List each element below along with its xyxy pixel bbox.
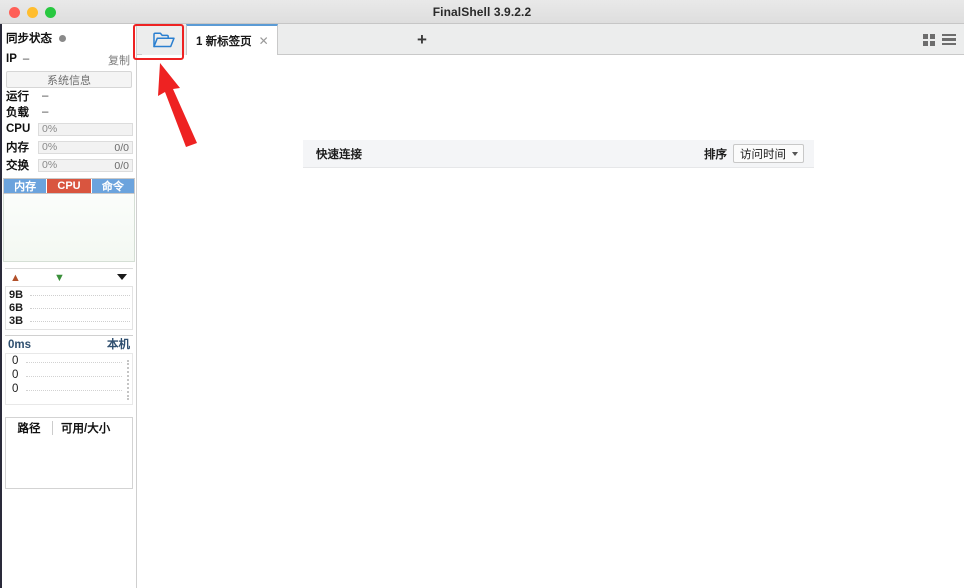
- latency-y-label-3: 0: [12, 383, 19, 395]
- sidebar-divider-1: [5, 268, 133, 269]
- graph-tab-command[interactable]: 命令: [91, 179, 134, 193]
- status-dot-icon: [59, 34, 66, 42]
- uptime-row: 运行 –: [2, 88, 136, 104]
- graph-tab-memory[interactable]: 内存: [4, 179, 48, 193]
- disk-column-size: 可用/大小: [61, 423, 111, 435]
- sidebar-divider-2: [5, 335, 133, 336]
- caret-down-icon[interactable]: [117, 274, 127, 280]
- tab-label: 1 新标签页: [196, 35, 252, 48]
- latency-y-label-1: 0: [12, 355, 19, 367]
- graph-tab-cpu[interactable]: CPU: [47, 179, 92, 193]
- memory-meter-bar: 0% 0/0: [38, 140, 133, 154]
- memory-meter-detail: 0/0: [114, 141, 129, 154]
- sort-select-value: 访问时间: [740, 148, 786, 161]
- memory-meter-label: 内存: [6, 142, 29, 154]
- network-header: ▲ ▼: [5, 272, 133, 286]
- network-y-label-1: 9B: [9, 289, 24, 301]
- latency-scale-marks: [125, 360, 129, 400]
- latency-value: 0ms: [8, 339, 32, 351]
- tab-bar: 1 新标签页 ✕ +: [137, 24, 964, 55]
- sysinfo-button-wrap: 系统信息: [2, 69, 136, 88]
- arrow-up-icon: ▲: [10, 272, 21, 284]
- view-mode-controls: [923, 24, 956, 55]
- arrow-down-icon: ▼: [54, 272, 65, 284]
- network-gridline: [30, 308, 130, 309]
- memory-meter-row: 内存 0% 0/0: [2, 138, 136, 156]
- ip-label: IP: [6, 53, 17, 65]
- graph-tab-strip: 内存 CPU 命令: [3, 178, 135, 194]
- cpu-meter-row: CPU 0%: [2, 120, 136, 138]
- system-info-button[interactable]: 系统信息: [6, 71, 132, 88]
- window-title: FinalShell 3.9.2.2: [432, 4, 532, 19]
- latency-gridline: [26, 390, 122, 391]
- memory-meter-percent: 0%: [42, 141, 58, 153]
- network-traffic-graph: 9B 6B 3B: [5, 286, 133, 330]
- network-y-label-2: 6B: [9, 302, 24, 314]
- minimize-window-button[interactable]: [27, 6, 38, 18]
- new-tab-button[interactable]: +: [410, 24, 434, 55]
- resource-graph-panel: [3, 194, 135, 262]
- quick-connect-sort-group: 排序 访问时间: [704, 144, 804, 163]
- left-sidebar: 同步状态 IP – 复制 系统信息 运行 – 负载 – CPU 0% 内存 0%…: [0, 24, 137, 588]
- swap-meter-label: 交换: [6, 160, 29, 172]
- latency-header: 0ms 本机: [5, 339, 133, 353]
- swap-meter-row: 交换 0% 0/0: [2, 156, 136, 174]
- load-label: 负载: [6, 107, 29, 119]
- latency-y-label-2: 0: [12, 369, 19, 381]
- chevron-down-icon: [792, 151, 798, 156]
- app-window: FinalShell 3.9.2.2 同步状态 IP – 复制 系统信息 运行 …: [0, 0, 964, 588]
- close-window-button[interactable]: [9, 6, 20, 18]
- main-content: 快速连接 排序 访问时间: [137, 55, 964, 588]
- ip-row: IP – 复制: [2, 49, 136, 69]
- grid-view-icon[interactable]: [923, 33, 935, 46]
- close-icon[interactable]: ✕: [259, 35, 269, 47]
- quick-connect-title: 快速连接: [316, 148, 362, 161]
- cpu-meter-label: CPU: [6, 123, 31, 135]
- latency-host-label: 本机: [107, 339, 130, 351]
- open-folder-button[interactable]: [142, 24, 186, 55]
- cpu-meter-percent: 0%: [42, 123, 58, 135]
- load-row: 负载 –: [2, 104, 136, 120]
- sort-label: 排序: [704, 148, 727, 161]
- load-value: –: [42, 106, 49, 118]
- list-view-icon[interactable]: [942, 33, 956, 46]
- sort-select[interactable]: 访问时间: [733, 144, 804, 163]
- uptime-label: 运行: [6, 91, 29, 103]
- sync-status-row: 同步状态: [2, 27, 136, 49]
- disk-usage-panel: 路径 可用/大小: [5, 417, 133, 489]
- network-gridline: [30, 295, 130, 296]
- ip-value: –: [22, 53, 30, 65]
- disk-table-header: 路径 可用/大小: [6, 418, 132, 438]
- swap-meter-detail: 0/0: [114, 159, 129, 172]
- maximize-window-button[interactable]: [45, 6, 56, 18]
- swap-meter-bar: 0% 0/0: [38, 158, 133, 172]
- latency-gridline: [26, 362, 122, 363]
- latency-graph: 0 0 0: [5, 353, 133, 405]
- disk-column-path: 路径: [17, 423, 41, 435]
- network-gridline: [30, 321, 130, 322]
- swap-meter-percent: 0%: [42, 159, 58, 171]
- window-controls: [9, 0, 56, 24]
- copy-ip-link[interactable]: 复制: [108, 52, 134, 68]
- network-y-label-3: 3B: [9, 315, 24, 327]
- uptime-value: –: [42, 90, 49, 102]
- latency-gridline: [26, 376, 122, 377]
- tab-new-page[interactable]: 1 新标签页 ✕: [186, 24, 278, 55]
- quick-connect-bar: 快速连接 排序 访问时间: [303, 140, 814, 168]
- window-titlebar: FinalShell 3.9.2.2: [0, 0, 964, 24]
- sync-status-label: 同步状态: [6, 33, 52, 45]
- open-folder-icon: [153, 32, 175, 47]
- cpu-meter-bar: 0%: [38, 122, 133, 136]
